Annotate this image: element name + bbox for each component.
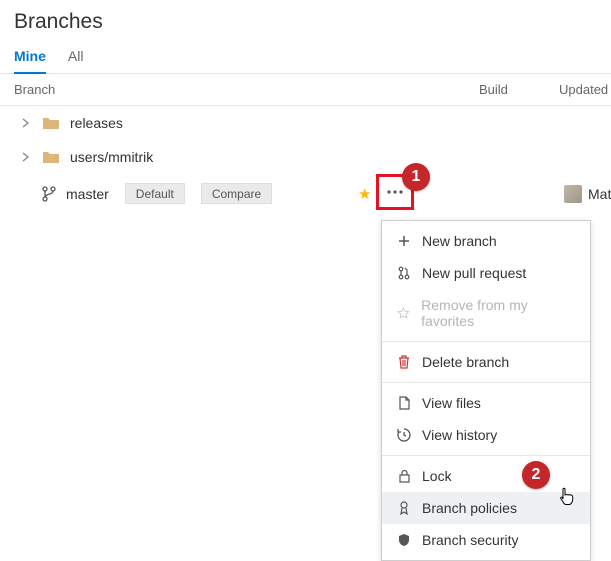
folder-name: users/mmitrik [70,149,153,165]
branch-folder-row-users[interactable]: users/mmitrik [0,140,611,174]
avatar [564,185,582,203]
tabs: Mine All [0,40,611,74]
callout-step-2: 2 [522,461,550,489]
shield-icon [396,533,412,547]
star-outline-icon [396,307,411,320]
menu-new-branch[interactable]: New branch [382,225,590,257]
updated-by: Matt [564,185,611,203]
chevron-right-icon [22,118,32,128]
menu-separator [382,382,590,383]
pull-request-icon [396,266,412,280]
menu-branch-policies[interactable]: Branch policies [382,492,590,524]
history-icon [396,428,412,442]
menu-label: New pull request [422,265,526,281]
callout-step-1: 1 [402,163,430,191]
branch-row-master[interactable]: master Default Compare ★ Matt [0,174,611,213]
chevron-right-icon [22,152,32,162]
menu-view-files[interactable]: View files [382,387,590,419]
menu-label: Branch security [422,532,518,548]
menu-label: View history [422,427,497,443]
badge-icon [396,501,412,515]
menu-label: View files [422,395,481,411]
page-title: Branches [14,10,597,34]
menu-view-history[interactable]: View history [382,419,590,451]
trash-icon [396,355,412,369]
column-branch[interactable]: Branch [14,82,479,97]
branch-folder-row-releases[interactable]: releases [0,106,611,140]
folder-name: releases [70,115,123,131]
branch-context-menu: New branch New pull request Remove from … [381,220,591,561]
column-updated[interactable]: Updated [559,82,608,97]
menu-label: Lock [422,468,452,484]
menu-label: Delete branch [422,354,509,370]
menu-label: New branch [422,233,497,249]
menu-remove-favorite: Remove from my favorites [382,289,590,337]
folder-icon [42,150,60,164]
column-build[interactable]: Build [479,82,559,97]
tab-all[interactable]: All [68,48,84,73]
folder-icon [42,116,60,130]
tab-mine[interactable]: Mine [14,48,46,74]
tag-compare: Compare [201,183,272,204]
plus-icon [396,235,412,247]
menu-label: Remove from my favorites [421,297,576,329]
menu-new-pull-request[interactable]: New pull request [382,257,590,289]
menu-label: Branch policies [422,500,517,516]
menu-delete-branch[interactable]: Delete branch [382,346,590,378]
menu-separator [382,341,590,342]
user-name: Matt [588,186,611,202]
branch-icon [42,186,56,202]
menu-lock[interactable]: Lock [382,460,590,492]
star-favorite-icon[interactable]: ★ [358,185,371,203]
menu-separator [382,455,590,456]
lock-icon [396,469,412,483]
menu-branch-security[interactable]: Branch security [382,524,590,556]
branch-name: master [66,186,109,202]
tag-default: Default [125,183,185,204]
file-icon [396,396,412,410]
column-header-row: Branch Build Updated [0,74,611,106]
